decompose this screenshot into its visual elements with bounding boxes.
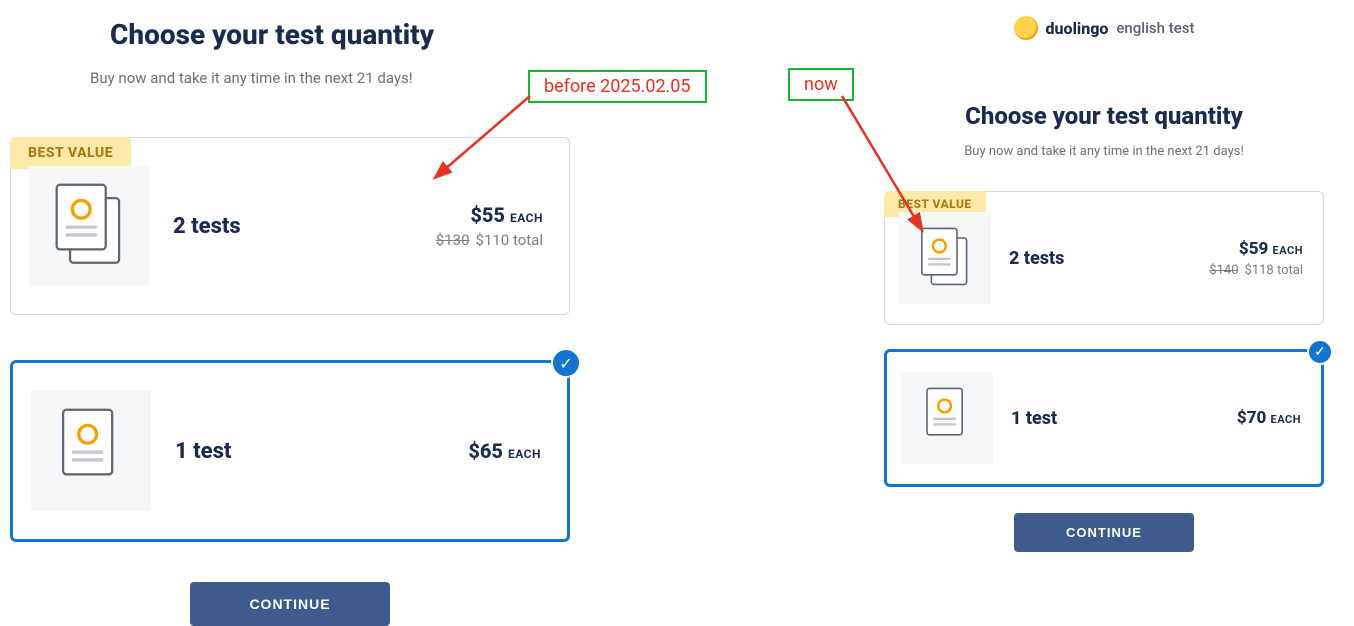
best-value-badge: BEST VALUE [10, 137, 131, 169]
price-strike: $130 [436, 231, 470, 249]
page-subtitle: Buy now and take it any time in the next… [90, 69, 570, 87]
plan-title: 1 test [1011, 408, 1237, 429]
plan-card-1test[interactable]: ✓ 1 test $70 EACH [884, 349, 1324, 487]
each-label: EACH [1271, 413, 1301, 426]
plan-price: $55 EACH $130 $110 total [436, 203, 543, 249]
annotation-before: before 2025.02.05 [528, 70, 707, 103]
price-each: $65 [468, 439, 503, 463]
continue-button[interactable]: CONTINUE [190, 582, 390, 626]
price-each: $55 [470, 203, 505, 227]
brand-sub: english test [1116, 19, 1194, 37]
price-each: $70 [1237, 408, 1266, 428]
selected-check-icon: ✓ [1307, 339, 1333, 365]
plan-title: 2 tests [1009, 248, 1209, 269]
plan-title: 1 test [175, 439, 468, 464]
each-label: EACH [1273, 244, 1303, 257]
duolingo-logo-icon [1014, 16, 1038, 40]
continue-button[interactable]: CONTINUE [1014, 513, 1194, 552]
each-label: EACH [508, 447, 541, 461]
plan-title: 2 tests [173, 214, 436, 239]
price-each: $59 [1239, 239, 1268, 259]
plan-price: $70 EACH [1237, 408, 1301, 428]
price-strike: $140 [1209, 263, 1238, 278]
page-title: Choose your test quantity [884, 102, 1324, 130]
plan-card-2tests[interactable]: BEST VALUE 2 tests $59 EACH $140$118 tot… [884, 191, 1324, 325]
price-total: $110 total [476, 231, 543, 249]
plan-thumbnail-icon [31, 391, 151, 511]
plan-price: $65 EACH [468, 439, 541, 463]
plan-card-1test[interactable]: ✓ 1 test $65 EACH [10, 360, 570, 542]
plan-thumbnail-icon [29, 166, 149, 286]
page-subtitle: Buy now and take it any time in the next… [884, 144, 1324, 159]
plan-thumbnail-icon [901, 372, 993, 464]
brand-header: duolingo english test [884, 16, 1324, 40]
each-label: EACH [510, 211, 543, 225]
page-title: Choose your test quantity [110, 18, 570, 51]
arrow-before-icon [430, 96, 550, 186]
plan-price: $59 EACH $140 $118 total [1209, 239, 1303, 278]
price-total: $118 total [1245, 263, 1303, 278]
panel-now: duolingo english test Choose your test q… [884, 16, 1324, 552]
arrow-now-icon [838, 96, 948, 236]
selected-check-icon: ✓ [551, 348, 581, 378]
brand-name: duolingo [1046, 19, 1109, 38]
